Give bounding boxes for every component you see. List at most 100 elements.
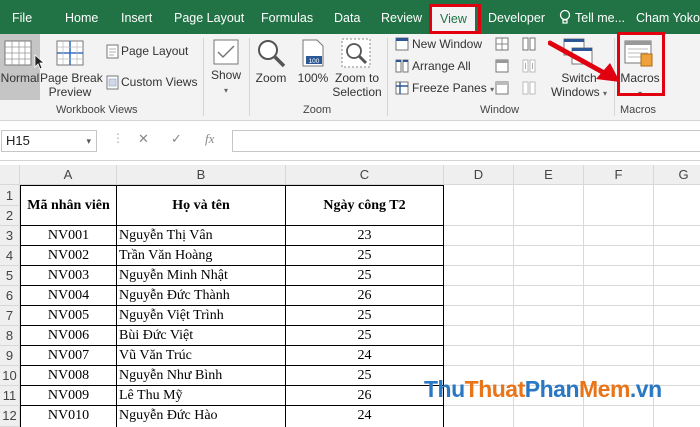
page-layout-button[interactable]: Page Layout [121, 41, 188, 61]
zoom-to-selection-button[interactable]: Zoom to Selection [331, 71, 383, 99]
chevron-down-icon: ▾ [603, 89, 608, 98]
synchronous-scrolling-icon[interactable] [522, 59, 536, 78]
column-header[interactable]: E [514, 165, 584, 185]
table-header-cell[interactable]: Ngày công T2 [286, 186, 443, 225]
group-label-window: Window [480, 104, 520, 116]
gridline [444, 325, 700, 326]
table-cell-name[interactable]: Vũ Văn Trúc [119, 346, 285, 365]
table-cell-id[interactable]: NV005 [21, 306, 116, 325]
row-header[interactable]: 1 [0, 185, 20, 206]
row-header[interactable]: 10 [0, 366, 20, 386]
page-break-preview-icon [56, 40, 84, 71]
table-cell-id[interactable]: NV007 [21, 346, 116, 365]
page-break-preview-button[interactable]: Page Break Preview [40, 71, 103, 99]
table-cell-name[interactable]: Nguyễn Việt Trình [119, 306, 285, 325]
table-cell-id[interactable]: NV001 [21, 226, 116, 245]
table-cell-days[interactable]: 25 [286, 246, 443, 265]
table-cell-id[interactable]: NV004 [21, 286, 116, 305]
reset-window-position-icon[interactable] [522, 81, 536, 100]
tell-me-box[interactable]: Tell me... [575, 0, 625, 34]
tab-page-layout[interactable]: Page Layout [174, 0, 244, 34]
table-cell-name[interactable]: Trần Văn Hoàng [119, 246, 285, 265]
table-cell-days[interactable]: 23 [286, 226, 443, 245]
hide-window-icon[interactable] [495, 59, 509, 78]
table-cell-name[interactable]: Nguyễn Thị Vân [119, 226, 285, 245]
table-cell-name[interactable]: Nguyễn Đức Hào [119, 406, 285, 426]
column-header[interactable]: B [117, 165, 286, 185]
row-header[interactable]: 2 [0, 206, 20, 226]
enter-check-icon[interactable]: ✓ [171, 131, 182, 147]
tab-review[interactable]: Review [381, 0, 422, 34]
table-header-cell[interactable]: Mã nhân viên [21, 186, 116, 225]
excel-window: File Home Insert Page Layout Formulas Da… [0, 0, 700, 427]
arrange-all-button[interactable]: Arrange All [412, 56, 471, 76]
new-window-button[interactable]: New Window [412, 34, 482, 54]
chevron-down-icon: ▾ [490, 85, 495, 94]
formula-input[interactable] [232, 130, 700, 152]
table-cell-name[interactable]: Nguyễn Đức Thành [119, 286, 285, 305]
row-header[interactable]: 6 [0, 286, 20, 306]
tab-developer[interactable]: Developer [488, 0, 545, 34]
table-cell-days[interactable]: 26 [286, 286, 443, 305]
split-icon[interactable] [495, 37, 509, 56]
tab-data[interactable]: Data [334, 0, 360, 34]
row-header[interactable]: 8 [0, 326, 20, 346]
table-cell-name[interactable]: Bùi Đức Việt [119, 326, 285, 345]
zoom-100-icon-text: 100 [309, 58, 320, 65]
custom-views-button[interactable]: Custom Views [121, 72, 197, 92]
row-header[interactable]: 4 [0, 246, 20, 266]
table-cell-days[interactable]: 25 [286, 326, 443, 345]
column-header[interactable]: G [654, 165, 700, 185]
table-cell-id[interactable]: NV008 [21, 366, 116, 385]
table-cell-id[interactable]: NV009 [21, 386, 116, 405]
view-side-by-side-icon[interactable] [522, 37, 536, 56]
show-button[interactable]: Show ▾ [207, 68, 245, 98]
user-name[interactable]: Cham Yoko [636, 0, 700, 34]
table-cell-id[interactable]: NV006 [21, 326, 116, 345]
gridline [444, 345, 700, 346]
select-all-corner[interactable] [0, 165, 20, 185]
gridline [444, 405, 700, 406]
row-header[interactable]: 9 [0, 346, 20, 366]
chevron-down-icon[interactable]: ▾ [86, 131, 91, 151]
table-cell-days[interactable]: 24 [286, 406, 443, 426]
table-cell-name[interactable]: Nguyễn Minh Nhật [119, 266, 285, 285]
table-cell-days[interactable]: 25 [286, 366, 443, 385]
row-header[interactable]: 11 [0, 386, 20, 406]
table-cell-days[interactable]: 26 [286, 386, 443, 405]
gridline [444, 365, 700, 366]
freeze-panes-label: Freeze Panes [412, 81, 487, 95]
formula-bar: H15 ▾ ⋮ ✕ ✓ fx [0, 121, 700, 161]
row-header[interactable]: 5 [0, 266, 20, 286]
column-header[interactable]: C [286, 165, 444, 185]
row-header[interactable]: 7 [0, 306, 20, 326]
table-cell-id[interactable]: NV003 [21, 266, 116, 285]
table-cell-days[interactable]: 25 [286, 306, 443, 325]
watermark-part: Phan [524, 376, 580, 402]
column-header[interactable]: D [444, 165, 514, 185]
insert-function-button[interactable]: fx [205, 131, 214, 147]
freeze-panes-button[interactable]: Freeze Panes ▾ [412, 78, 494, 98]
tab-formulas[interactable]: Formulas [261, 0, 313, 34]
name-box[interactable]: H15 ▾ [1, 130, 97, 152]
table-cell-name[interactable]: Lê Thu Mỹ [119, 386, 285, 405]
table-header-cell[interactable]: Họ và tên [117, 186, 285, 225]
group-label-workbook-views: Workbook Views [56, 104, 138, 116]
zoom-button[interactable]: Zoom [253, 71, 289, 85]
column-header[interactable]: F [584, 165, 654, 185]
zoom-100-button[interactable]: 100% [295, 71, 331, 85]
table-cell-name[interactable]: Nguyễn Như Bình [119, 366, 285, 385]
tab-file[interactable]: File [12, 0, 32, 34]
table-cell-days[interactable]: 25 [286, 266, 443, 285]
row-header[interactable]: 12 [0, 406, 20, 427]
table-cell-days[interactable]: 24 [286, 346, 443, 365]
column-header[interactable]: A [20, 165, 117, 185]
group-label-macros: Macros [620, 104, 657, 116]
unhide-window-icon[interactable] [495, 81, 509, 100]
row-header[interactable]: 3 [0, 226, 20, 246]
table-cell-id[interactable]: NV002 [21, 246, 116, 265]
table-cell-id[interactable]: NV010 [21, 406, 116, 426]
tab-insert[interactable]: Insert [121, 0, 152, 34]
cancel-icon[interactable]: ✕ [138, 131, 149, 147]
tab-home[interactable]: Home [65, 0, 98, 34]
